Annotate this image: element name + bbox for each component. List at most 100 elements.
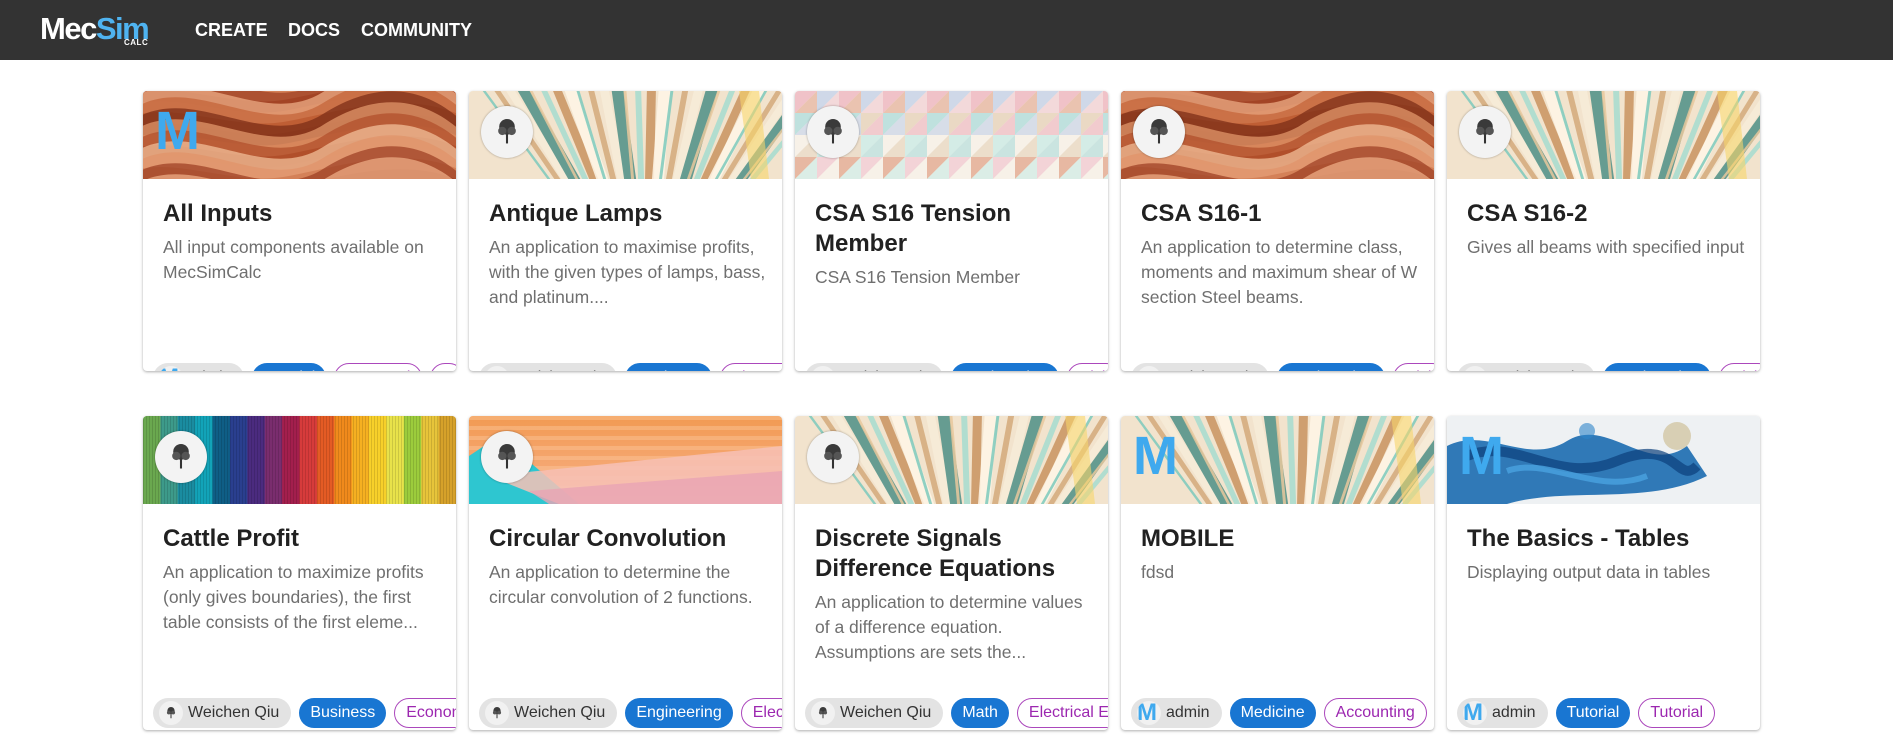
tree-icon xyxy=(811,366,835,371)
card-title: CSA S16-2 xyxy=(1467,200,1588,227)
card-banner-image xyxy=(1121,91,1434,179)
card-title: MOBILE xyxy=(1141,525,1235,552)
card-content: CSA S16-2 Gives all beams with specified … xyxy=(1467,199,1746,260)
tag-chip[interactable]: Tutorial xyxy=(1638,698,1716,728)
mecsim-m-icon: M xyxy=(159,366,183,371)
author-chip[interactable]: Weichen Qiu xyxy=(153,698,292,728)
author-chip[interactable]: Madmin xyxy=(153,363,244,371)
card-content: Cattle Profit An application to maximize … xyxy=(163,524,442,635)
author-name: Weichen Qiu xyxy=(840,369,931,371)
card-banner-image xyxy=(795,91,1108,179)
app-card[interactable]: CSA S16-1 An application to determine cla… xyxy=(1121,91,1434,371)
nav-docs[interactable]: DOCS xyxy=(288,0,340,60)
category-chip[interactable]: Math xyxy=(951,698,1009,728)
nav-community[interactable]: COMMUNITY xyxy=(361,0,472,60)
tag-chip[interactable]: Electrical Engineering xyxy=(1016,698,1108,728)
tree-icon xyxy=(485,366,509,371)
card-chips: Weichen Qiu EngineeringElectrical xyxy=(479,698,782,728)
mecsim-m-icon: M xyxy=(1133,426,1178,486)
card-banner-image xyxy=(469,91,782,179)
category-chip[interactable]: Engineering xyxy=(625,698,733,728)
tree-icon xyxy=(1459,106,1511,158)
card-title: CSA S16 Tension Member xyxy=(815,200,1012,257)
author-name: Weichen Qiu xyxy=(840,704,932,721)
card-banner-image xyxy=(795,416,1108,504)
app-card[interactable]: Antique Lamps An application to maximise … xyxy=(469,91,782,371)
category-chip[interactable]: Engineering xyxy=(951,363,1059,371)
card-content: The Basics - Tables Displaying output dat… xyxy=(1467,524,1746,585)
author-chip[interactable]: Weichen Qiu xyxy=(479,363,618,371)
author-name: Weichen Qiu xyxy=(1492,369,1583,371)
author-name: Weichen Qiu xyxy=(188,704,280,721)
app-card[interactable]: M All Inputs All input components availabl… xyxy=(143,91,456,371)
tree-icon xyxy=(485,701,509,725)
card-description: All input components available on MecSim… xyxy=(163,237,424,282)
logo-text-mec: Mec xyxy=(40,11,97,46)
tree-icon xyxy=(807,431,859,483)
top-app-bar: MecSim CALC CREATE DOCS COMMUNITY xyxy=(0,0,1893,60)
card-title: Antique Lamps xyxy=(489,200,663,227)
category-chip[interactable]: Engineering xyxy=(1277,363,1385,371)
category-chip[interactable]: Tutorial xyxy=(1555,698,1631,728)
card-banner-image: M xyxy=(1447,416,1760,504)
tag-chip[interactable]: Economics xyxy=(394,698,456,728)
author-name: Weichen Qiu xyxy=(1166,369,1257,371)
card-description: An application to determine class, momen… xyxy=(1141,237,1418,307)
category-chip[interactable]: Business xyxy=(299,698,387,728)
card-description: An application to determine values of a … xyxy=(815,592,1083,662)
tree-icon xyxy=(159,701,183,725)
card-description: Displaying output data in tables xyxy=(1467,562,1711,582)
tag-chip[interactable]: Featured xyxy=(334,363,423,371)
card-description: Gives all beams with specified input xyxy=(1467,237,1745,257)
card-chips: Weichen Qiu Engineering Civil xyxy=(1131,363,1434,371)
card-content: Circular Convolution An application to de… xyxy=(489,524,768,610)
tag-chip[interactable]: Civil xyxy=(1718,363,1760,371)
app-card[interactable]: Circular Convolution An application to de… xyxy=(469,416,782,730)
category-chip[interactable]: Medicine xyxy=(1229,698,1316,728)
card-title: CSA S16-1 xyxy=(1141,200,1262,227)
card-banner-image: M xyxy=(143,91,456,179)
mecsim-m-icon: M xyxy=(1463,701,1487,725)
tag-chip[interactable]: Finance xyxy=(720,363,782,371)
tree-icon xyxy=(1133,106,1185,158)
card-chips: Weichen Qiu BusinessEconomics xyxy=(153,698,456,728)
category-chip[interactable]: Tutorial xyxy=(251,363,327,371)
card-chips: Weichen Qiu Engineering Civil xyxy=(805,363,1108,371)
app-card[interactable]: CSA S16-2 Gives all beams with specified … xyxy=(1447,91,1760,371)
tree-icon xyxy=(155,431,207,483)
tag-chip[interactable]: Accounting xyxy=(1323,698,1427,728)
card-banner-image: M xyxy=(1121,416,1434,504)
tag-chip[interactable]: Civil xyxy=(1066,363,1108,371)
category-chip[interactable]: Engineering xyxy=(1603,363,1711,371)
nav-create[interactable]: CREATE xyxy=(195,0,268,60)
author-chip[interactable]: Madmin xyxy=(1457,698,1548,728)
tag-chip[interactable]: Civil xyxy=(1392,363,1434,371)
author-name: admin xyxy=(1166,704,1210,721)
tree-icon xyxy=(481,431,533,483)
author-chip[interactable]: Madmin xyxy=(1131,698,1222,728)
author-chip[interactable]: Weichen Qiu xyxy=(1131,363,1270,371)
app-card[interactable]: CSA S16 Tension Member CSA S16 Tension Me… xyxy=(795,91,1108,371)
card-chips: Madmin Tutorial Featured T xyxy=(153,363,456,371)
card-content: Discrete Signals Difference Equations An … xyxy=(815,524,1094,665)
tag-chip[interactable]: Electrical xyxy=(740,698,782,728)
mecsimcalc-logo[interactable]: MecSim CALC xyxy=(40,10,160,50)
card-content: Antique Lamps An application to maximise … xyxy=(489,199,768,310)
card-title: Cattle Profit xyxy=(163,525,300,552)
author-name: admin xyxy=(1492,704,1536,721)
tree-icon xyxy=(1463,366,1487,371)
card-description: An application to determine the circular… xyxy=(489,562,753,607)
app-card[interactable]: M MOBILE fdsd Madmin Medicine Accounting xyxy=(1121,416,1434,730)
card-description: CSA S16 Tension Member xyxy=(815,267,1020,287)
app-card[interactable]: Discrete Signals Difference Equations An … xyxy=(795,416,1108,730)
card-title: The Basics - Tables xyxy=(1467,525,1690,552)
author-chip[interactable]: Weichen Qiu xyxy=(805,698,944,728)
app-card[interactable]: Cattle Profit An application to maximize … xyxy=(143,416,456,730)
tag-chip[interactable]: T xyxy=(430,363,456,371)
category-chip[interactable]: Business xyxy=(625,363,713,371)
tree-icon xyxy=(481,106,533,158)
author-chip[interactable]: Weichen Qiu xyxy=(1457,363,1596,371)
app-card[interactable]: M The Basics - Tables Displaying output da… xyxy=(1447,416,1760,730)
author-chip[interactable]: Weichen Qiu xyxy=(479,698,618,728)
author-chip[interactable]: Weichen Qiu xyxy=(805,363,944,371)
